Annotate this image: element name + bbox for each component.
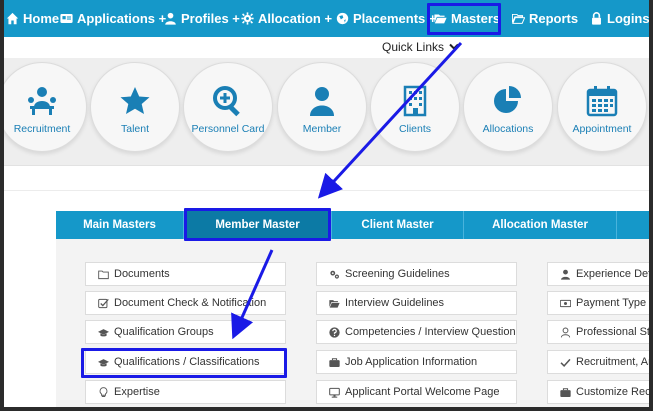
globe-icon xyxy=(336,12,349,25)
nav-allocation[interactable]: Allocation + xyxy=(241,0,332,37)
chevron-down-icon xyxy=(449,43,459,50)
quick-link-label: Talent xyxy=(120,123,150,135)
tab-main-masters[interactable]: Main Masters xyxy=(56,211,184,239)
qualifications-highlight-box xyxy=(81,348,287,378)
list-item-label: Expertise xyxy=(114,386,160,398)
list-item-recruitment[interactable]: Recruitment, Ar xyxy=(547,350,653,374)
list-item-label: Job Application Information xyxy=(345,356,478,368)
list-item-label: Qualification Groups xyxy=(114,326,214,338)
list-item-label: Documents xyxy=(114,268,170,280)
top-nav: Home Applications + Profiles + Allocatio… xyxy=(0,0,653,37)
quick-link-recruitment[interactable]: Recruitment xyxy=(0,62,87,152)
briefcase-icon xyxy=(329,357,340,367)
id-card-icon xyxy=(60,14,73,23)
list-item-label: Competencies / Interview Questions xyxy=(345,326,517,338)
question-circle-icon xyxy=(329,326,340,338)
nav-placements-label: Placements + xyxy=(353,11,437,26)
list-item-label: Interview Guidelines xyxy=(345,297,445,309)
tab-allocation-master[interactable]: Allocation Master xyxy=(464,211,617,239)
quick-links-label: Quick Links xyxy=(382,40,445,54)
nav-applications[interactable]: Applications + xyxy=(60,0,166,37)
building-icon xyxy=(403,85,427,117)
recruitment-icon xyxy=(28,87,56,115)
quick-link-personnel-card[interactable]: Personnel Card xyxy=(183,62,273,152)
user-outline-icon xyxy=(560,327,571,337)
list-item-label: Screening Guidelines xyxy=(345,268,450,280)
user-icon xyxy=(561,269,570,280)
list-item-label: Recruitment, Ar xyxy=(576,356,652,368)
quick-link-label: Clients xyxy=(398,123,432,135)
list-item-competencies[interactable]: Competencies / Interview Questions xyxy=(316,320,517,344)
list-item-label: Applicant Portal Welcome Page xyxy=(345,386,500,398)
section-divider xyxy=(0,190,653,191)
list-item-experience-details[interactable]: Experience Deta xyxy=(547,262,653,286)
nav-logins-label: Logins + xyxy=(607,11,653,26)
quick-link-label: Recruitment xyxy=(13,123,71,135)
pie-chart-icon xyxy=(494,86,521,113)
quick-link-appointment[interactable]: Appointment xyxy=(557,62,647,152)
quick-links-toggle[interactable]: Quick Links xyxy=(382,40,459,54)
list-item-applicant-portal-welcome[interactable]: Applicant Portal Welcome Page xyxy=(316,380,517,404)
nav-allocation-label: Allocation + xyxy=(258,11,333,26)
gears-icon xyxy=(330,270,339,279)
home-icon xyxy=(6,12,19,25)
nav-applications-label: Applications + xyxy=(77,11,167,26)
list-item-label: Document Check & Notification xyxy=(114,297,267,309)
member-master-highlight-box xyxy=(184,208,331,241)
list-item-payment-type[interactable]: Payment Type xyxy=(547,291,653,315)
masters-highlight-box xyxy=(427,3,501,35)
list-item-qualification-groups[interactable]: Qualification Groups xyxy=(85,320,286,344)
check-icon xyxy=(560,358,571,367)
nav-home-label: Home xyxy=(23,11,60,26)
quick-link-clients[interactable]: Clients xyxy=(370,62,460,152)
nav-profiles-label: Profiles + xyxy=(181,11,240,26)
list-item-screening-guidelines[interactable]: Screening Guidelines xyxy=(316,262,517,286)
masters-tab-bar: Main Masters Member Master Client Master… xyxy=(56,211,653,239)
list-item-customize-recruitment[interactable]: Customize Recr xyxy=(547,380,653,404)
user-icon xyxy=(165,12,176,25)
window-frame-bottom xyxy=(0,407,653,411)
nav-placements[interactable]: Placements + xyxy=(336,0,436,37)
folder-icon xyxy=(98,270,109,279)
user-icon xyxy=(310,87,334,116)
window-frame-left xyxy=(0,0,4,411)
gear-icon xyxy=(241,12,254,25)
folder-open-icon xyxy=(329,299,340,308)
checkbox-icon xyxy=(98,298,109,308)
quick-link-label: Member xyxy=(302,123,342,135)
list-item-label: Professional Stat xyxy=(576,326,653,338)
nav-logins[interactable]: Logins + xyxy=(590,0,653,37)
calendar-icon xyxy=(586,86,618,117)
list-item-job-application-information[interactable]: Job Application Information xyxy=(316,350,517,374)
quick-link-label: Personnel Card xyxy=(191,123,265,135)
graduation-cap-icon xyxy=(98,328,109,336)
quick-link-member[interactable]: Member xyxy=(277,62,367,152)
nav-reports[interactable]: Reports xyxy=(512,0,578,37)
quick-link-label: Allocations xyxy=(482,123,534,135)
magnify-plus-icon xyxy=(213,86,240,117)
list-item-documents[interactable]: Documents xyxy=(85,262,286,286)
list-item-label: Payment Type xyxy=(576,297,647,309)
folder-open-icon xyxy=(512,13,525,24)
list-item-professional-status[interactable]: Professional Stat xyxy=(547,320,653,344)
nav-reports-label: Reports xyxy=(529,11,579,26)
lightbulb-icon xyxy=(99,386,108,397)
quick-link-allocations[interactable]: Allocations xyxy=(463,62,553,152)
tab-client-master[interactable]: Client Master xyxy=(332,211,464,239)
window-frame-right xyxy=(649,0,653,411)
lock-icon xyxy=(592,12,601,25)
monitor-icon xyxy=(329,387,340,398)
star-icon xyxy=(120,87,150,114)
list-item-label: Customize Recr xyxy=(576,386,653,398)
quick-link-talent[interactable]: Talent xyxy=(90,62,180,152)
list-item-document-check[interactable]: Document Check & Notification xyxy=(85,291,286,315)
list-item-interview-guidelines[interactable]: Interview Guidelines xyxy=(316,291,517,315)
briefcase-icon xyxy=(560,387,571,397)
nav-profiles[interactable]: Profiles + xyxy=(164,0,240,37)
quick-link-label: Appointment xyxy=(572,123,632,135)
list-item-label: Experience Deta xyxy=(576,268,653,280)
nav-home[interactable]: Home xyxy=(6,0,59,37)
list-item-expertise[interactable]: Expertise xyxy=(85,380,286,404)
money-icon xyxy=(560,299,571,307)
